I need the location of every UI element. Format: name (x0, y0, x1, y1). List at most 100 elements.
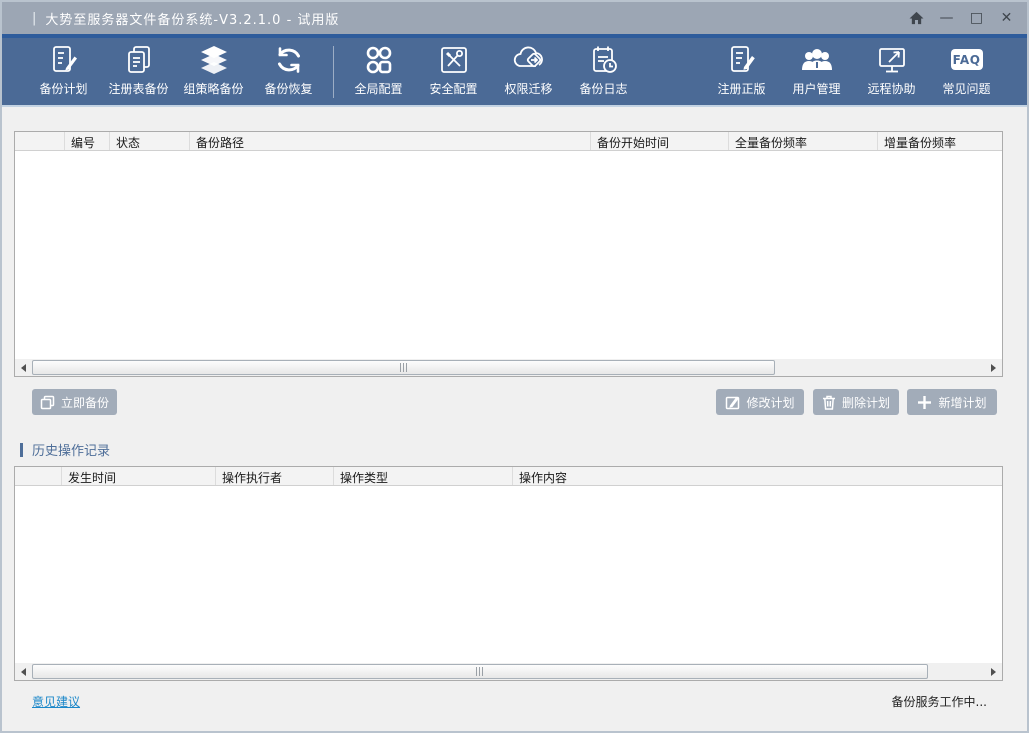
right-arrow-icon (991, 668, 996, 676)
toolbar-label: 注册正版 (717, 80, 765, 97)
section-bar-icon (20, 443, 23, 457)
toolbar-label: 全局配置 (354, 80, 402, 97)
toolbar-item-security-config[interactable]: 安全配置 (416, 42, 491, 102)
backup-plans-table-header: 编号 状态 备份路径 备份开始时间 全量备份频率 增量备份频率 (15, 132, 1002, 151)
remote-assist-icon (876, 42, 908, 78)
window-controls: — □ ✕ (908, 2, 1015, 34)
backup-plan-icon (48, 42, 80, 78)
add-plan-button[interactable]: 新增计划 (907, 389, 997, 415)
history-section-title: 历史操作记录 (32, 440, 110, 459)
faq-badge-text: FAQ (951, 49, 983, 70)
scrollbar-grip (476, 667, 484, 676)
toolbar-label: 注册表备份 (108, 80, 168, 97)
column-header-backup-path[interactable]: 备份路径 (190, 132, 591, 150)
window-title: 大势至服务器文件备份系统-V3.2.1.0 - 试用版 (45, 9, 339, 28)
toolbar-item-register-genuine[interactable]: 注册正版 (704, 42, 779, 102)
toolbar-item-permission-migration[interactable]: 权限迁移 (491, 42, 566, 102)
column-header-status[interactable]: 状态 (110, 132, 190, 150)
column-header-incremental-frequency[interactable]: 增量备份频率 (878, 132, 1002, 150)
add-plan-label: 新增计划 (938, 394, 986, 411)
toolbar-label: 用户管理 (792, 80, 840, 97)
toolbar-item-user-management[interactable]: 用户管理 (779, 42, 854, 102)
toolbar-label: 权限迁移 (504, 80, 552, 97)
user-management-icon (800, 42, 834, 78)
right-arrow-icon (991, 364, 996, 372)
toolbar-item-backup-restore[interactable]: 备份恢复 (251, 42, 326, 102)
column-header-number[interactable]: 编号 (65, 132, 110, 150)
register-genuine-icon (726, 42, 758, 78)
scroll-left-arrow-button[interactable] (15, 359, 32, 376)
scroll-right-arrow-button[interactable] (985, 663, 1002, 680)
history-section-header: 历史操作记录 (20, 440, 110, 459)
column-header-operation-content[interactable]: 操作内容 (513, 467, 1002, 485)
toolbar-group-backup: 备份计划 注册表备份 (26, 42, 326, 102)
toolbar-label: 远程协助 (867, 80, 915, 97)
delete-plan-label: 删除计划 (842, 394, 890, 411)
modify-plan-button[interactable]: 修改计划 (716, 389, 804, 415)
backup-plans-horizontal-scrollbar (15, 359, 1002, 376)
column-header-full-frequency[interactable]: 全量备份频率 (729, 132, 878, 150)
toolbar-bottom-border (2, 105, 1027, 107)
registry-backup-icon (123, 42, 155, 78)
app-window: | 大势至服务器文件备份系统-V3.2.1.0 - 试用版 — □ ✕ (0, 0, 1029, 733)
maximize-button[interactable]: □ (968, 10, 985, 27)
column-header-operator[interactable]: 操作执行者 (216, 467, 334, 485)
scrollbar-track[interactable] (32, 663, 985, 680)
backup-plans-table: 编号 状态 备份路径 备份开始时间 全量备份频率 增量备份频率 (14, 131, 1003, 377)
scroll-left-arrow-button[interactable] (15, 663, 32, 680)
toolbar-item-global-config[interactable]: 全局配置 (341, 42, 416, 102)
toolbar-label: 常见问题 (942, 80, 990, 97)
scrollbar-thumb[interactable] (32, 360, 775, 375)
history-horizontal-scrollbar (15, 663, 1002, 680)
history-table: 发生时间 操作执行者 操作类型 操作内容 (14, 466, 1003, 681)
faq-icon: FAQ (951, 42, 983, 78)
scrollbar-thumb[interactable] (32, 664, 928, 679)
backup-now-button[interactable]: 立即备份 (32, 389, 117, 415)
toolbar-item-faq[interactable]: FAQ 常见问题 (929, 42, 1004, 102)
column-header-occur-time[interactable]: 发生时间 (62, 467, 216, 485)
toolbar-label: 备份恢复 (264, 80, 312, 97)
column-header-select[interactable] (15, 467, 62, 485)
service-status-text: 备份服务工作中... (892, 693, 987, 710)
history-table-body[interactable] (15, 486, 1002, 663)
column-header-start-time[interactable]: 备份开始时间 (591, 132, 729, 150)
scrollbar-grip (400, 363, 408, 372)
scrollbar-track[interactable] (32, 359, 985, 376)
home-icon[interactable] (908, 10, 925, 27)
permission-migration-icon (512, 42, 546, 78)
toolbar-item-group-policy-backup[interactable]: 组策略备份 (176, 42, 251, 102)
toolbar-item-backup-plan[interactable]: 备份计划 (26, 42, 101, 102)
delete-plan-button[interactable]: 删除计划 (813, 389, 899, 415)
left-arrow-icon (21, 364, 26, 372)
copy-icon (40, 395, 55, 410)
toolbar-separator (333, 46, 334, 98)
toolbar-item-remote-assist[interactable]: 远程协助 (854, 42, 929, 102)
backup-now-label: 立即备份 (61, 394, 109, 411)
toolbar-item-registry-backup[interactable]: 注册表备份 (101, 42, 176, 102)
close-button[interactable]: ✕ (998, 10, 1015, 27)
column-header-operation-type[interactable]: 操作类型 (334, 467, 513, 485)
minimize-button[interactable]: — (938, 10, 955, 27)
backup-plans-table-body[interactable] (15, 151, 1002, 359)
toolbar-group-misc: 注册正版 用户管理 (704, 42, 1004, 102)
modify-plan-label: 修改计划 (746, 394, 794, 411)
security-config-icon (438, 42, 470, 78)
backup-restore-icon (273, 42, 305, 78)
toolbar-group-config: 全局配置 安全配置 (341, 42, 641, 102)
toolbar-label: 安全配置 (429, 80, 477, 97)
global-config-icon (363, 42, 395, 78)
title-bar: | 大势至服务器文件备份系统-V3.2.1.0 - 试用版 — □ ✕ (2, 2, 1027, 34)
toolbar-label: 组策略备份 (183, 80, 243, 97)
feedback-link[interactable]: 意见建议 (32, 693, 80, 710)
trash-icon (822, 395, 836, 410)
main-toolbar: 备份计划 注册表备份 (2, 38, 1027, 105)
toolbar-item-backup-log[interactable]: 备份日志 (566, 42, 641, 102)
title-prefix: | (32, 11, 36, 26)
group-policy-backup-icon (197, 42, 231, 78)
column-header-select[interactable] (15, 132, 65, 150)
edit-icon (725, 395, 740, 410)
scroll-right-arrow-button[interactable] (985, 359, 1002, 376)
history-table-header: 发生时间 操作执行者 操作类型 操作内容 (15, 467, 1002, 486)
toolbar-label: 备份日志 (579, 80, 627, 97)
plus-icon (917, 395, 932, 410)
